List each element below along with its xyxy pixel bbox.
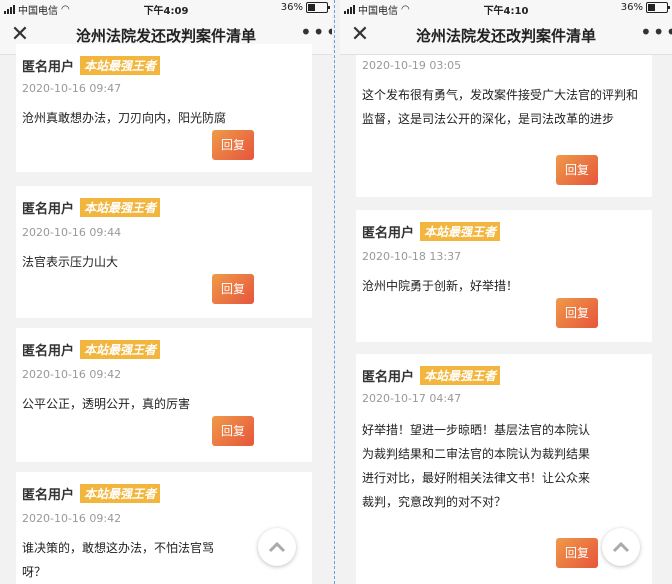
reply-button[interactable]: 回复 <box>556 538 598 568</box>
comment-date: 2020-10-17 04:47 <box>362 392 462 405</box>
comment-card: 匿名用户 本站最强王者 2020-10-16 09:47 沧州真敢想办法，刀刃向… <box>16 44 312 172</box>
page-title: 沧州法院发还改判案件清单 <box>415 27 596 45</box>
left-phone-screen: 中国电信 ◠ 下午4:09 36% ✕ 沧州法院发还改判案件清单 ••• 匿名用… <box>0 0 332 584</box>
user-name: 匿名用户 <box>22 202 75 217</box>
status-bar: 中国电信 ◠ 下午4:09 36% <box>0 0 332 17</box>
comment-text: 好举措！望进一步晾晒！基层法官的本院认为裁判结果和二审法官的本院认为裁判结果进行… <box>362 423 591 509</box>
battery-percent: 36% <box>620 2 643 13</box>
comment-card: 匿名用户 本站最强王者 2020-10-16 09:42 谁决策的，敢想这办法，… <box>16 472 312 584</box>
comment-date: 2020-10-19 03:05 <box>362 59 462 72</box>
comment-card: 匿名用户 本站最强王者 2020-10-16 09:42 公平公正，透明公开，真… <box>16 328 312 462</box>
scroll-top-button[interactable] <box>258 528 296 566</box>
user-name: 匿名用户 <box>22 488 75 503</box>
user-name: 匿名用户 <box>362 226 415 241</box>
user-badge: 本站最强王者 <box>80 484 161 503</box>
comment-card: 2020-10-19 03:05 这个发布很有勇气，发改案件接受广大法官的评判和… <box>356 55 652 197</box>
user-name: 匿名用户 <box>22 344 75 359</box>
reply-button[interactable]: 回复 <box>556 155 598 185</box>
status-bar: 中国电信 ◠ 下午4:10 36% <box>340 0 672 17</box>
more-icon[interactable]: ••• <box>300 22 332 46</box>
user-name: 匿名用户 <box>362 370 415 385</box>
comment-text: 这个发布很有勇气，发改案件接受广大法官的评判和监督，这是司法公开的深化，是司法改… <box>362 88 639 126</box>
battery-percent: 36% <box>280 2 303 13</box>
user-badge: 本站最强王者 <box>80 56 161 75</box>
comment-text: 沧州中院勇于创新，好举措！ <box>362 279 519 293</box>
nav-bar: ✕ 沧州法院发还改判案件清单 ••• <box>340 16 672 55</box>
screenshot-divider <box>334 0 335 584</box>
comment-date: 2020-10-16 09:42 <box>22 368 122 381</box>
comment-date: 2020-10-16 09:44 <box>22 226 122 239</box>
reply-button[interactable]: 回复 <box>212 274 254 304</box>
user-badge: 本站最强王者 <box>80 198 161 217</box>
battery-icon <box>306 2 330 13</box>
comment-date: 2020-10-16 09:42 <box>22 512 122 525</box>
reply-button[interactable]: 回复 <box>556 298 598 328</box>
chevron-up-icon <box>268 541 286 553</box>
comment-date: 2020-10-16 09:47 <box>22 82 122 95</box>
comment-card: 匿名用户 本站最强王者 2020-10-16 09:44 法官表示压力山大 回复 <box>16 186 312 318</box>
comment-text: 法官表示压力山大 <box>22 255 119 269</box>
comment-text: 公平公正，透明公开，真的厉害 <box>22 397 191 411</box>
reply-button[interactable]: 回复 <box>212 416 254 446</box>
comment-text: 沧州真敢想办法，刀刃向内，阳光防腐 <box>22 111 227 125</box>
page-title: 沧州法院发还改判案件清单 <box>75 27 256 45</box>
comment-text: 谁决策的，敢想这办法，不怕法官骂呀？ <box>22 541 215 579</box>
comment-card: 匿名用户 本站最强王者 2020-10-18 13:37 沧州中院勇于创新，好举… <box>356 210 652 342</box>
more-icon[interactable]: ••• <box>640 22 672 46</box>
reply-button[interactable]: 回复 <box>212 130 254 160</box>
battery-icon <box>646 2 670 13</box>
user-name: 匿名用户 <box>22 60 75 75</box>
user-badge: 本站最强王者 <box>420 222 501 241</box>
user-badge: 本站最强王者 <box>80 340 161 359</box>
comment-date: 2020-10-18 13:37 <box>362 250 462 263</box>
right-phone-screen: 中国电信 ◠ 下午4:10 36% ✕ 沧州法院发还改判案件清单 ••• 202… <box>340 0 672 584</box>
chevron-up-icon <box>612 541 630 553</box>
scroll-top-button[interactable] <box>602 528 640 566</box>
user-badge: 本站最强王者 <box>420 366 501 385</box>
close-icon[interactable]: ✕ <box>348 23 372 47</box>
